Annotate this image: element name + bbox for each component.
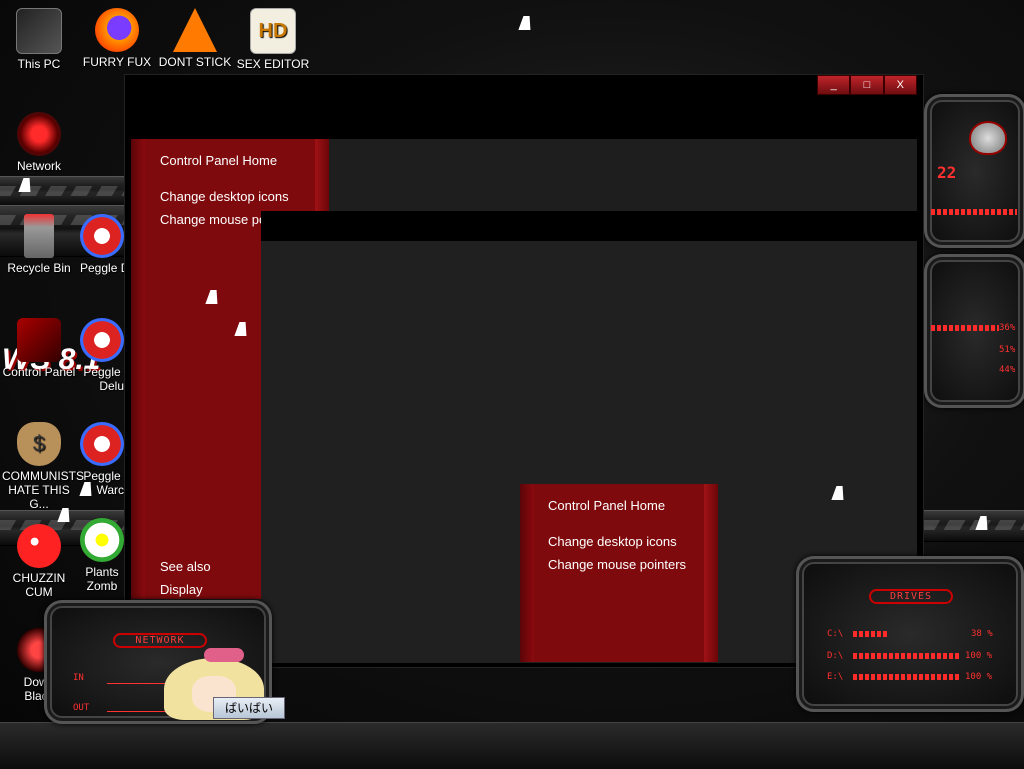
chat-bubble: ばいばい	[213, 697, 285, 719]
close-button[interactable]: X	[883, 75, 917, 95]
desktop-icon-label: Plants	[85, 565, 119, 579]
recycle-bin-icon	[24, 214, 54, 258]
drive-c-bar	[853, 631, 889, 637]
firefox-icon	[95, 8, 139, 52]
cpu-bar	[931, 325, 999, 331]
maximize-button[interactable]: □	[850, 75, 884, 95]
vlc-icon	[173, 8, 217, 52]
mouse-cursor-icon	[518, 16, 536, 30]
drive-c-label: C:\	[827, 629, 844, 639]
see-also-label: See also	[160, 559, 211, 574]
peggle-icon	[80, 422, 124, 466]
popup-side-panel[interactable]: Control Panel Home Change desktop icons …	[520, 484, 718, 662]
desktop-icon-label: FURRY FUX	[82, 55, 152, 69]
popup-control-panel-home-link[interactable]: Control Panel Home	[548, 498, 665, 513]
taskbar[interactable]	[0, 722, 1024, 769]
drive-c-value: 38 %	[971, 629, 993, 639]
cpu-gadget[interactable]: 36% 51% 44%	[924, 254, 1024, 408]
desktop-icon-recycle-bin[interactable]: Recycle Bin	[2, 214, 76, 275]
desktop-icon-label: CHUZZIN CUM	[12, 571, 66, 599]
control-panel-icon	[17, 318, 61, 362]
money-bag-icon: $	[17, 422, 61, 466]
alien-head-icon	[969, 121, 1007, 155]
desktop-icon-plants-zombies[interactable]: Plants Zomb	[80, 518, 124, 593]
swap-value: 44%	[999, 365, 1016, 375]
minimize-button[interactable]: _	[817, 75, 851, 95]
display-link[interactable]: Display	[160, 582, 203, 597]
control-panel-home-link[interactable]: Control Panel Home	[160, 153, 277, 168]
desktop-icon-label: Recycle Bin	[7, 261, 71, 275]
inner-window-titlebar	[261, 211, 917, 241]
desktop-icon-label: Peggle	[83, 365, 121, 379]
desktop-icon-label: Zomb	[86, 579, 118, 593]
desktop-icon-label: This PC	[17, 57, 61, 71]
desktop-icon-label: SEX EDITOR	[236, 57, 310, 71]
window-title-buttons: _ □ X	[817, 75, 917, 95]
hxd-icon: HD	[250, 8, 296, 54]
desktop-icon-label: Peggle D	[80, 261, 124, 275]
desktop-icon-label: Delu	[99, 379, 124, 393]
ram-value: 51%	[999, 345, 1016, 355]
drive-d-value: 100 %	[965, 651, 993, 661]
peggle-icon	[80, 214, 124, 258]
cpu-value: 36%	[999, 323, 1016, 333]
desktop-icon-sex-editor[interactable]: HD SEX EDITOR	[236, 8, 310, 71]
desktop-icon-this-pc[interactable]: This PC	[2, 8, 76, 71]
chuzzle-icon	[17, 524, 61, 568]
desktop-icon-label: Network	[16, 159, 61, 173]
character-horns	[204, 648, 244, 662]
drives-gadget[interactable]: DRIVES C:\ 38 % D:\ 100 % E:\ 100 %	[796, 556, 1024, 712]
desktop-icon-label: COMMUNISTS HATE THIS G...	[2, 469, 84, 511]
wallpaper-steel-bar	[924, 510, 1024, 542]
change-mouse-pointers-link[interactable]: Change mouse poi	[160, 212, 269, 227]
drive-d-label: D:\	[827, 651, 844, 661]
popup-change-desktop-icons-link[interactable]: Change desktop icons	[548, 534, 677, 549]
network-gadget-title: NETWORK	[113, 633, 207, 648]
popup-change-mouse-pointers-link[interactable]: Change mouse pointers	[548, 557, 686, 572]
system-bar	[931, 209, 1017, 215]
peggle-icon	[80, 318, 124, 362]
desktop-icon-chuzzin-cum[interactable]: CHUZZIN CUM	[2, 524, 76, 599]
drives-gadget-title: DRIVES	[869, 589, 953, 604]
desktop-icon-peggle-d[interactable]: Peggle D	[80, 214, 124, 275]
desktop-icon-label: Control Panel	[2, 365, 76, 379]
desktop-icon-label: DONT STICK	[158, 55, 232, 69]
desktop-icon-network[interactable]: Network	[2, 112, 76, 173]
desktop-icon-label: Peggle	[83, 469, 121, 483]
drive-e-label: E:\	[827, 672, 844, 682]
desktop-icon-communists[interactable]: $ COMMUNISTS HATE THIS G...	[2, 422, 84, 511]
system-gadget[interactable]: 22	[924, 94, 1024, 248]
network-icon	[17, 112, 61, 156]
desktop-icon-control-panel[interactable]: Control Panel	[2, 318, 76, 379]
desktop-icon-dont-stick[interactable]: DONT STICK	[158, 8, 232, 69]
drive-e-bar	[853, 674, 961, 680]
drive-d-bar	[853, 653, 961, 659]
system-number: 22	[937, 163, 957, 182]
computer-icon	[16, 8, 62, 54]
desktop-icon-furry-fux[interactable]: FURRY FUX	[80, 8, 154, 69]
change-desktop-icons-link[interactable]: Change desktop icons	[160, 189, 289, 204]
network-in-label: IN	[73, 673, 84, 683]
network-out-label: OUT	[73, 703, 90, 713]
desktop-icon-peggle-deluxe[interactable]: Peggle Delu	[80, 318, 124, 393]
drive-e-value: 100 %	[965, 672, 993, 682]
flower-icon	[80, 518, 124, 562]
